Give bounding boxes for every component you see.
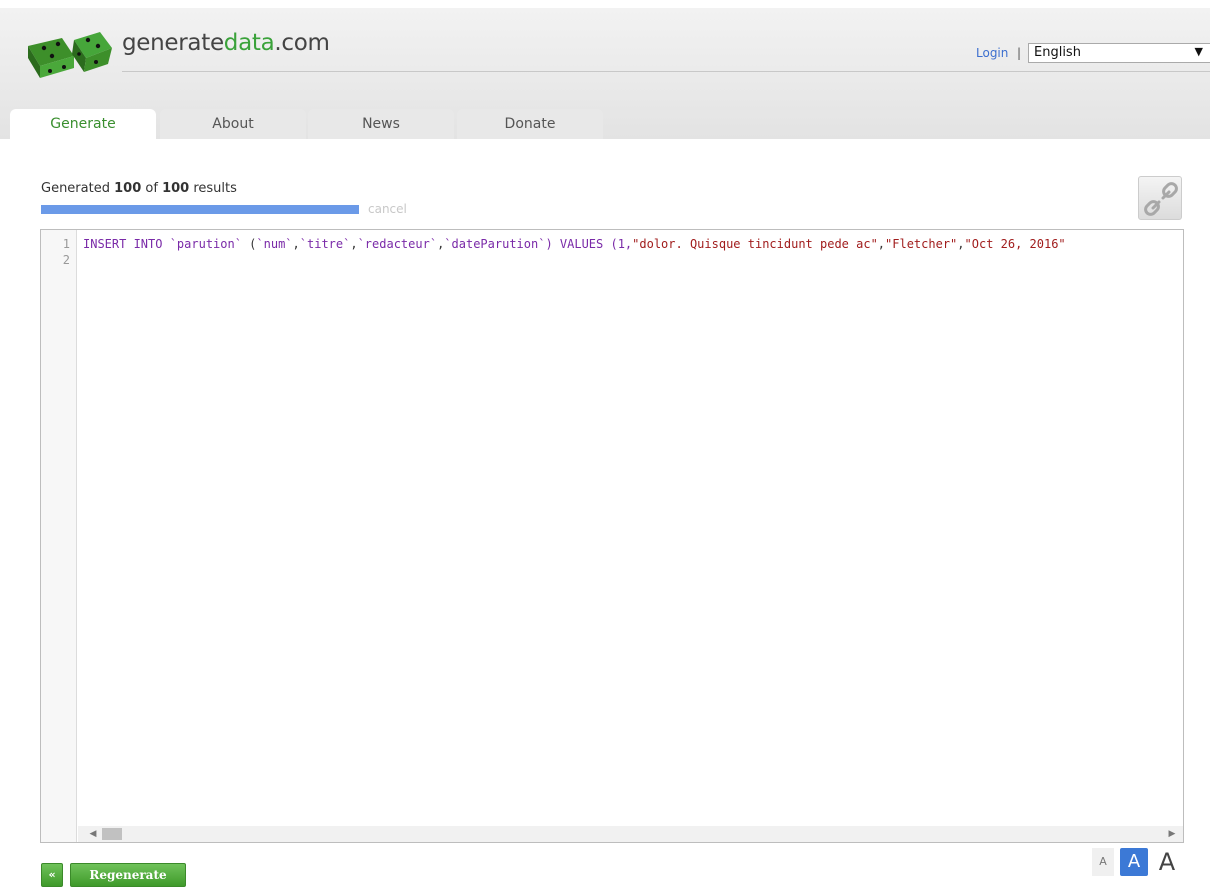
language-select[interactable]: English ▼ <box>1028 43 1210 63</box>
sql-punctuation: , <box>350 237 358 251</box>
tab-about[interactable]: About <box>160 109 306 139</box>
scroll-right-icon[interactable]: ▶ <box>1165 826 1179 842</box>
dropdown-arrow-icon: ▼ <box>1194 45 1203 58</box>
sql-identifier: `dateParution` <box>444 237 546 251</box>
total-count: 100 <box>162 181 190 196</box>
sql-identifier: `redacteur` <box>357 237 438 251</box>
sql-string: "Oct 26, 2016" <box>964 237 1066 251</box>
progress-bar <box>41 205 359 214</box>
sql-punctuation: , <box>292 237 300 251</box>
tab-donate[interactable]: Donate <box>457 109 603 139</box>
share-link-button[interactable] <box>1138 176 1182 220</box>
line-number-gutter: 1 2 <box>41 230 77 842</box>
code-editor[interactable]: 1 2 INSERT INTO `parution` (`num`,`titre… <box>40 229 1184 843</box>
tab-news[interactable]: News <box>308 109 454 139</box>
language-selected-value: English <box>1034 45 1081 60</box>
progress-fill <box>41 205 359 214</box>
code-content[interactable]: INSERT INTO `parution` (`num`,`titre`,`r… <box>83 236 1066 252</box>
font-size-medium-button[interactable]: A <box>1120 848 1148 876</box>
generation-status: Generated 100 of 100 results <box>41 181 237 196</box>
sql-identifier: `titre` <box>299 237 351 251</box>
sql-punctuation: ( <box>241 237 257 251</box>
header-divider <box>122 71 1210 72</box>
tab-generate[interactable]: Generate <box>10 109 156 139</box>
horizontal-scrollbar[interactable]: ◀ ▶ <box>78 826 1183 842</box>
back-button[interactable]: « <box>41 863 63 887</box>
font-size-large-button[interactable]: A <box>1152 848 1182 876</box>
sql-string: "Fletcher" <box>885 237 958 251</box>
site-name-suffix: .com <box>274 30 330 56</box>
sql-keyword: ) VALUES (1, <box>545 237 633 251</box>
chain-link-icon <box>1144 182 1178 216</box>
scrollbar-thumb[interactable] <box>102 828 122 840</box>
login-link[interactable]: Login <box>976 46 1008 60</box>
sql-string: "dolor. Quisque tincidunt pede ac" <box>632 237 878 251</box>
header-separator: | <box>1017 46 1022 60</box>
line-number: 2 <box>62 253 70 267</box>
scroll-left-icon[interactable]: ◀ <box>86 826 100 842</box>
sql-punctuation: , <box>957 237 965 251</box>
font-size-small-button[interactable]: A <box>1092 848 1114 876</box>
cancel-link[interactable]: cancel <box>368 202 407 216</box>
status-middle: of <box>145 181 158 196</box>
generated-count: 100 <box>114 181 142 196</box>
status-prefix: Generated <box>41 181 110 196</box>
line-number: 1 <box>62 237 70 251</box>
sql-identifier: `parution` <box>169 237 242 251</box>
green-dice-icon[interactable] <box>22 26 114 78</box>
sql-punctuation: , <box>877 237 886 251</box>
site-name-accent: data <box>223 30 275 56</box>
site-name-prefix: generate <box>122 30 224 56</box>
sql-identifier: `num` <box>256 237 293 251</box>
site-logo-text[interactable]: generatedata.com <box>122 30 330 56</box>
regenerate-button[interactable]: Regenerate <box>70 863 186 887</box>
status-suffix: results <box>193 181 237 196</box>
sql-keyword: INSERT INTO <box>83 237 170 251</box>
